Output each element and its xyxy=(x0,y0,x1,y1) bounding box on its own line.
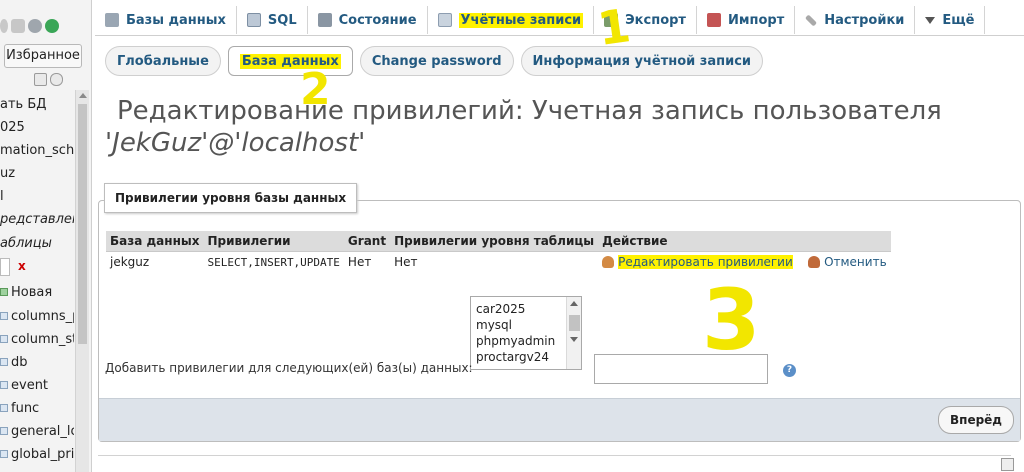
table-icon xyxy=(0,358,8,366)
go-button[interactable]: Вперёд xyxy=(938,406,1014,434)
databases-icon xyxy=(105,13,119,27)
tab-user-accounts[interactable]: Учётные записи xyxy=(427,6,595,34)
cell-database: jekguz xyxy=(110,255,150,270)
subtab-login-information[interactable]: Информация учётной записи xyxy=(520,46,764,76)
scrollbar-thumb[interactable] xyxy=(78,104,87,344)
console-toggle-icon[interactable] xyxy=(1001,458,1014,471)
select-option[interactable]: mysql xyxy=(471,317,581,333)
export-icon xyxy=(604,13,619,27)
page-title: Редактирование привилегий: Учетная запис… xyxy=(105,95,985,159)
sidebar-item-table[interactable]: func xyxy=(0,401,74,416)
edit-privileges-link[interactable]: Редактировать привилегии xyxy=(602,255,796,270)
tab-sql[interactable]: SQL xyxy=(237,6,308,34)
new-table-icon xyxy=(0,288,8,296)
navigation-sidebar: Избранное ать БД 025 mation_schem uz l р… xyxy=(0,0,92,472)
page-title-line1: Редактирование привилегий: Учетная запис… xyxy=(117,96,942,126)
revoke-user-icon xyxy=(808,256,821,269)
subtab-change-password[interactable]: Change password xyxy=(359,46,514,76)
scroll-up-icon[interactable] xyxy=(570,301,578,306)
database-multi-select[interactable]: car2025 mysql phpmyadmin proctargv24 xyxy=(470,296,582,370)
clear-filter-icon[interactable]: x xyxy=(18,259,26,273)
select-option[interactable]: phpmyadmin xyxy=(471,333,581,349)
add-privileges-label: Добавить привилегии для следующих(ей) ба… xyxy=(105,361,473,375)
section-legend: Привилегии уровня базы данных xyxy=(104,183,358,213)
chevron-down-icon xyxy=(925,16,936,24)
page-title-user: 'JekGuz'@'localhost' xyxy=(105,128,366,158)
sidebar-item-table[interactable]: columns_p xyxy=(0,309,74,324)
tab-settings[interactable]: Настройки xyxy=(795,6,916,34)
reload-icon[interactable] xyxy=(45,19,59,33)
privileges-table: База данных Привилегии Grant Привилегии … xyxy=(106,231,891,273)
sidebar-item-views[interactable]: редставлени xyxy=(0,212,74,227)
sidebar-item-db[interactable]: mation_schem xyxy=(0,143,74,158)
sidebar-item-table[interactable]: event xyxy=(0,378,74,393)
select-scrollbar[interactable] xyxy=(566,297,581,369)
scroll-up-icon[interactable] xyxy=(79,93,87,98)
table-icon xyxy=(0,335,8,343)
gear-icon[interactable] xyxy=(28,19,42,33)
table-header-row: База данных Привилегии Grant Привилегии … xyxy=(106,231,891,252)
revoke-link[interactable]: Отменить xyxy=(808,255,887,269)
cell-actions: Редактировать привилегии Отменить xyxy=(598,251,891,273)
sql-icon xyxy=(246,13,261,27)
table-row: jekguz SELECT,INSERT,UPDATE Нет Нет Реда… xyxy=(106,251,891,273)
favorites-button[interactable]: Избранное xyxy=(4,44,82,68)
sidebar-item-table[interactable]: global_priv xyxy=(0,447,74,462)
sidebar-item-table[interactable]: db xyxy=(0,355,74,370)
sidebar-item-table[interactable]: general_log xyxy=(0,424,74,439)
table-icon xyxy=(0,404,8,412)
tab-export[interactable]: Экспорт xyxy=(594,6,697,34)
status-icon xyxy=(317,13,332,27)
cell-grant: Нет xyxy=(347,255,372,270)
divider xyxy=(98,455,1011,456)
select-option[interactable]: proctargv24 xyxy=(471,349,581,365)
table-icon xyxy=(0,450,8,458)
sidebar-item-db[interactable]: 025 xyxy=(0,120,74,135)
column-header: Grant xyxy=(343,231,391,252)
subtab-global[interactable]: Глобальные xyxy=(105,46,221,76)
sidebar-item-table[interactable]: column_sta xyxy=(0,332,74,347)
tab-more[interactable]: Ещё xyxy=(915,6,986,34)
table-filter-input[interactable] xyxy=(0,258,10,276)
table-icon xyxy=(0,427,8,435)
link-icon[interactable] xyxy=(50,73,63,86)
import-icon xyxy=(706,13,721,27)
subtab-database[interactable]: База данных xyxy=(227,46,353,76)
collapse-expand-controls xyxy=(34,73,63,86)
sidebar-item-new-table[interactable]: Новая xyxy=(0,285,74,300)
collapse-all-icon[interactable] xyxy=(34,73,47,86)
user-accounts-icon xyxy=(437,13,452,27)
column-header: Привилегии уровня таблицы xyxy=(390,231,599,252)
column-header: Действие xyxy=(598,231,891,252)
table-icon xyxy=(0,312,8,320)
sidebar-item-db[interactable]: l xyxy=(0,189,74,204)
cell-table-privileges: Нет xyxy=(394,255,418,270)
settings-icon xyxy=(805,13,818,27)
form-footer-bar xyxy=(99,398,1020,441)
tab-databases[interactable]: Базы данных xyxy=(95,6,237,34)
scroll-down-icon[interactable] xyxy=(570,337,578,342)
sub-tab-bar: Глобальные База данных Change password И… xyxy=(105,46,764,76)
edit-user-icon xyxy=(602,256,615,269)
sidebar-item-db[interactable]: uz xyxy=(0,166,74,181)
help-icon[interactable]: ? xyxy=(783,364,796,377)
tab-status[interactable]: Состояние xyxy=(308,6,428,34)
table-icon xyxy=(0,381,8,389)
home-icon[interactable] xyxy=(0,19,8,33)
scrollbar-thumb[interactable] xyxy=(569,315,580,331)
sidebar-item-tables[interactable]: аблицы xyxy=(0,236,74,251)
cell-privileges: SELECT,INSERT,UPDATE xyxy=(207,255,340,269)
docs-icon[interactable] xyxy=(11,19,25,33)
sidebar-toolbar xyxy=(0,16,59,36)
select-option[interactable]: car2025 xyxy=(471,301,581,317)
column-header: Привилегии xyxy=(203,231,344,252)
sidebar-scrollbar[interactable] xyxy=(75,90,89,472)
main-tab-bar: Базы данных SQL Состояние Учётные записи… xyxy=(95,6,1024,36)
tab-import[interactable]: Импорт xyxy=(697,6,796,34)
sidebar-item-new-db[interactable]: ать БД xyxy=(0,97,74,112)
database-name-input[interactable] xyxy=(594,354,768,384)
column-header: База данных xyxy=(106,231,204,252)
